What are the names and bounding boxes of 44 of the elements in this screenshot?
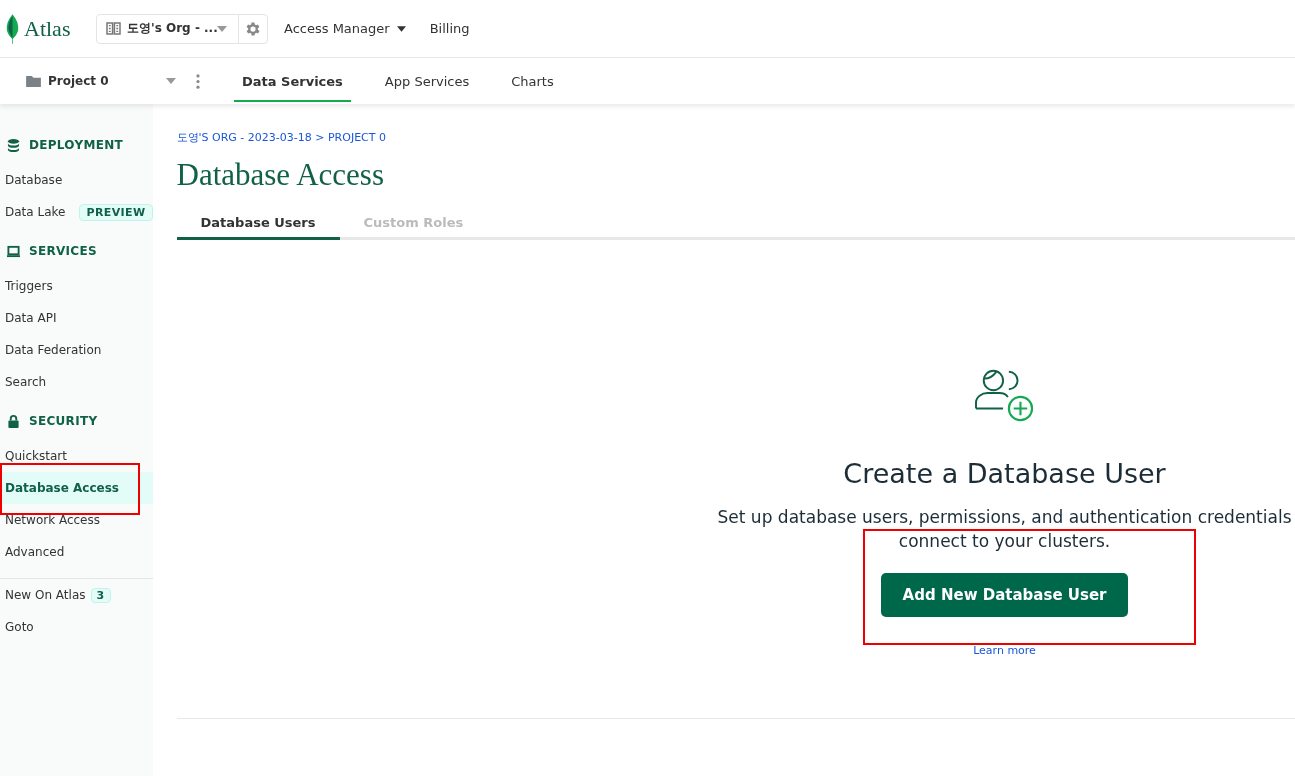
atlas-logo[interactable]: Atlas [6, 13, 90, 44]
service-tab[interactable]: Data Services [234, 60, 351, 102]
sidebar-item[interactable]: Network Access [0, 504, 153, 536]
settings-icon[interactable] [244, 19, 262, 38]
organization-selector[interactable]: 도영's Org - ... [96, 13, 268, 44]
empty-state-description: Set up database users, permissions, and authentication credentials connect to your clusters. [717, 506, 1292, 553]
section-heading: SECURITY [29, 414, 98, 428]
nav-link[interactable]: Access Manager [284, 21, 406, 36]
caret-icon [217, 25, 227, 32]
section-heading: DEPLOYMENT [29, 138, 123, 152]
sidebar-item[interactable]: Database Access [0, 472, 153, 504]
sidebar-item[interactable]: Triggers [0, 270, 153, 302]
page-title: Database Access [176, 157, 385, 193]
count-badge: 3 [90, 587, 111, 603]
sidebar-item[interactable]: Search [0, 366, 153, 398]
database-icon [7, 138, 20, 152]
sidebar-item[interactable]: Data API [0, 302, 153, 334]
item-label: Data Lake [5, 205, 66, 219]
sidebar-item[interactable]: New On Atlas 3 [0, 579, 153, 611]
building-icon [106, 22, 121, 35]
project-selector[interactable]: Project 0 [26, 74, 176, 88]
sidebar-item[interactable]: Database [0, 164, 153, 196]
preview-badge: PREVIEW [79, 203, 153, 221]
leaf-icon [6, 13, 19, 44]
more-options-icon[interactable] [196, 73, 200, 89]
service-tab[interactable]: App Services [376, 60, 478, 102]
nav-link[interactable]: Billing [429, 21, 470, 36]
sidebar-item[interactable]: Quickstart [0, 440, 153, 472]
lock-icon [7, 414, 20, 428]
learn-more-link[interactable]: Learn more [973, 644, 1036, 657]
item-label: New On Atlas [5, 588, 86, 602]
sidebar-item[interactable]: Data Lake PREVIEW [0, 196, 153, 228]
breadcrumb[interactable]: 도영'S ORG - 2023-03-18 > PROJECT 0 [176, 130, 1295, 145]
laptop-icon [7, 244, 20, 258]
caret-icon [166, 78, 176, 84]
sidebar-item[interactable]: Goto [0, 611, 153, 643]
folder-icon [26, 75, 41, 87]
service-tab[interactable]: Charts [503, 60, 562, 102]
sidebar-item[interactable]: Data Federation [0, 334, 153, 366]
tab[interactable]: Database Users [176, 215, 340, 240]
sidebar-item[interactable]: Advanced [0, 536, 153, 568]
add-user-button[interactable]: Add New Database User [880, 573, 1129, 617]
section-heading: SERVICES [29, 244, 97, 258]
empty-state-title: Create a Database User [843, 458, 1166, 489]
